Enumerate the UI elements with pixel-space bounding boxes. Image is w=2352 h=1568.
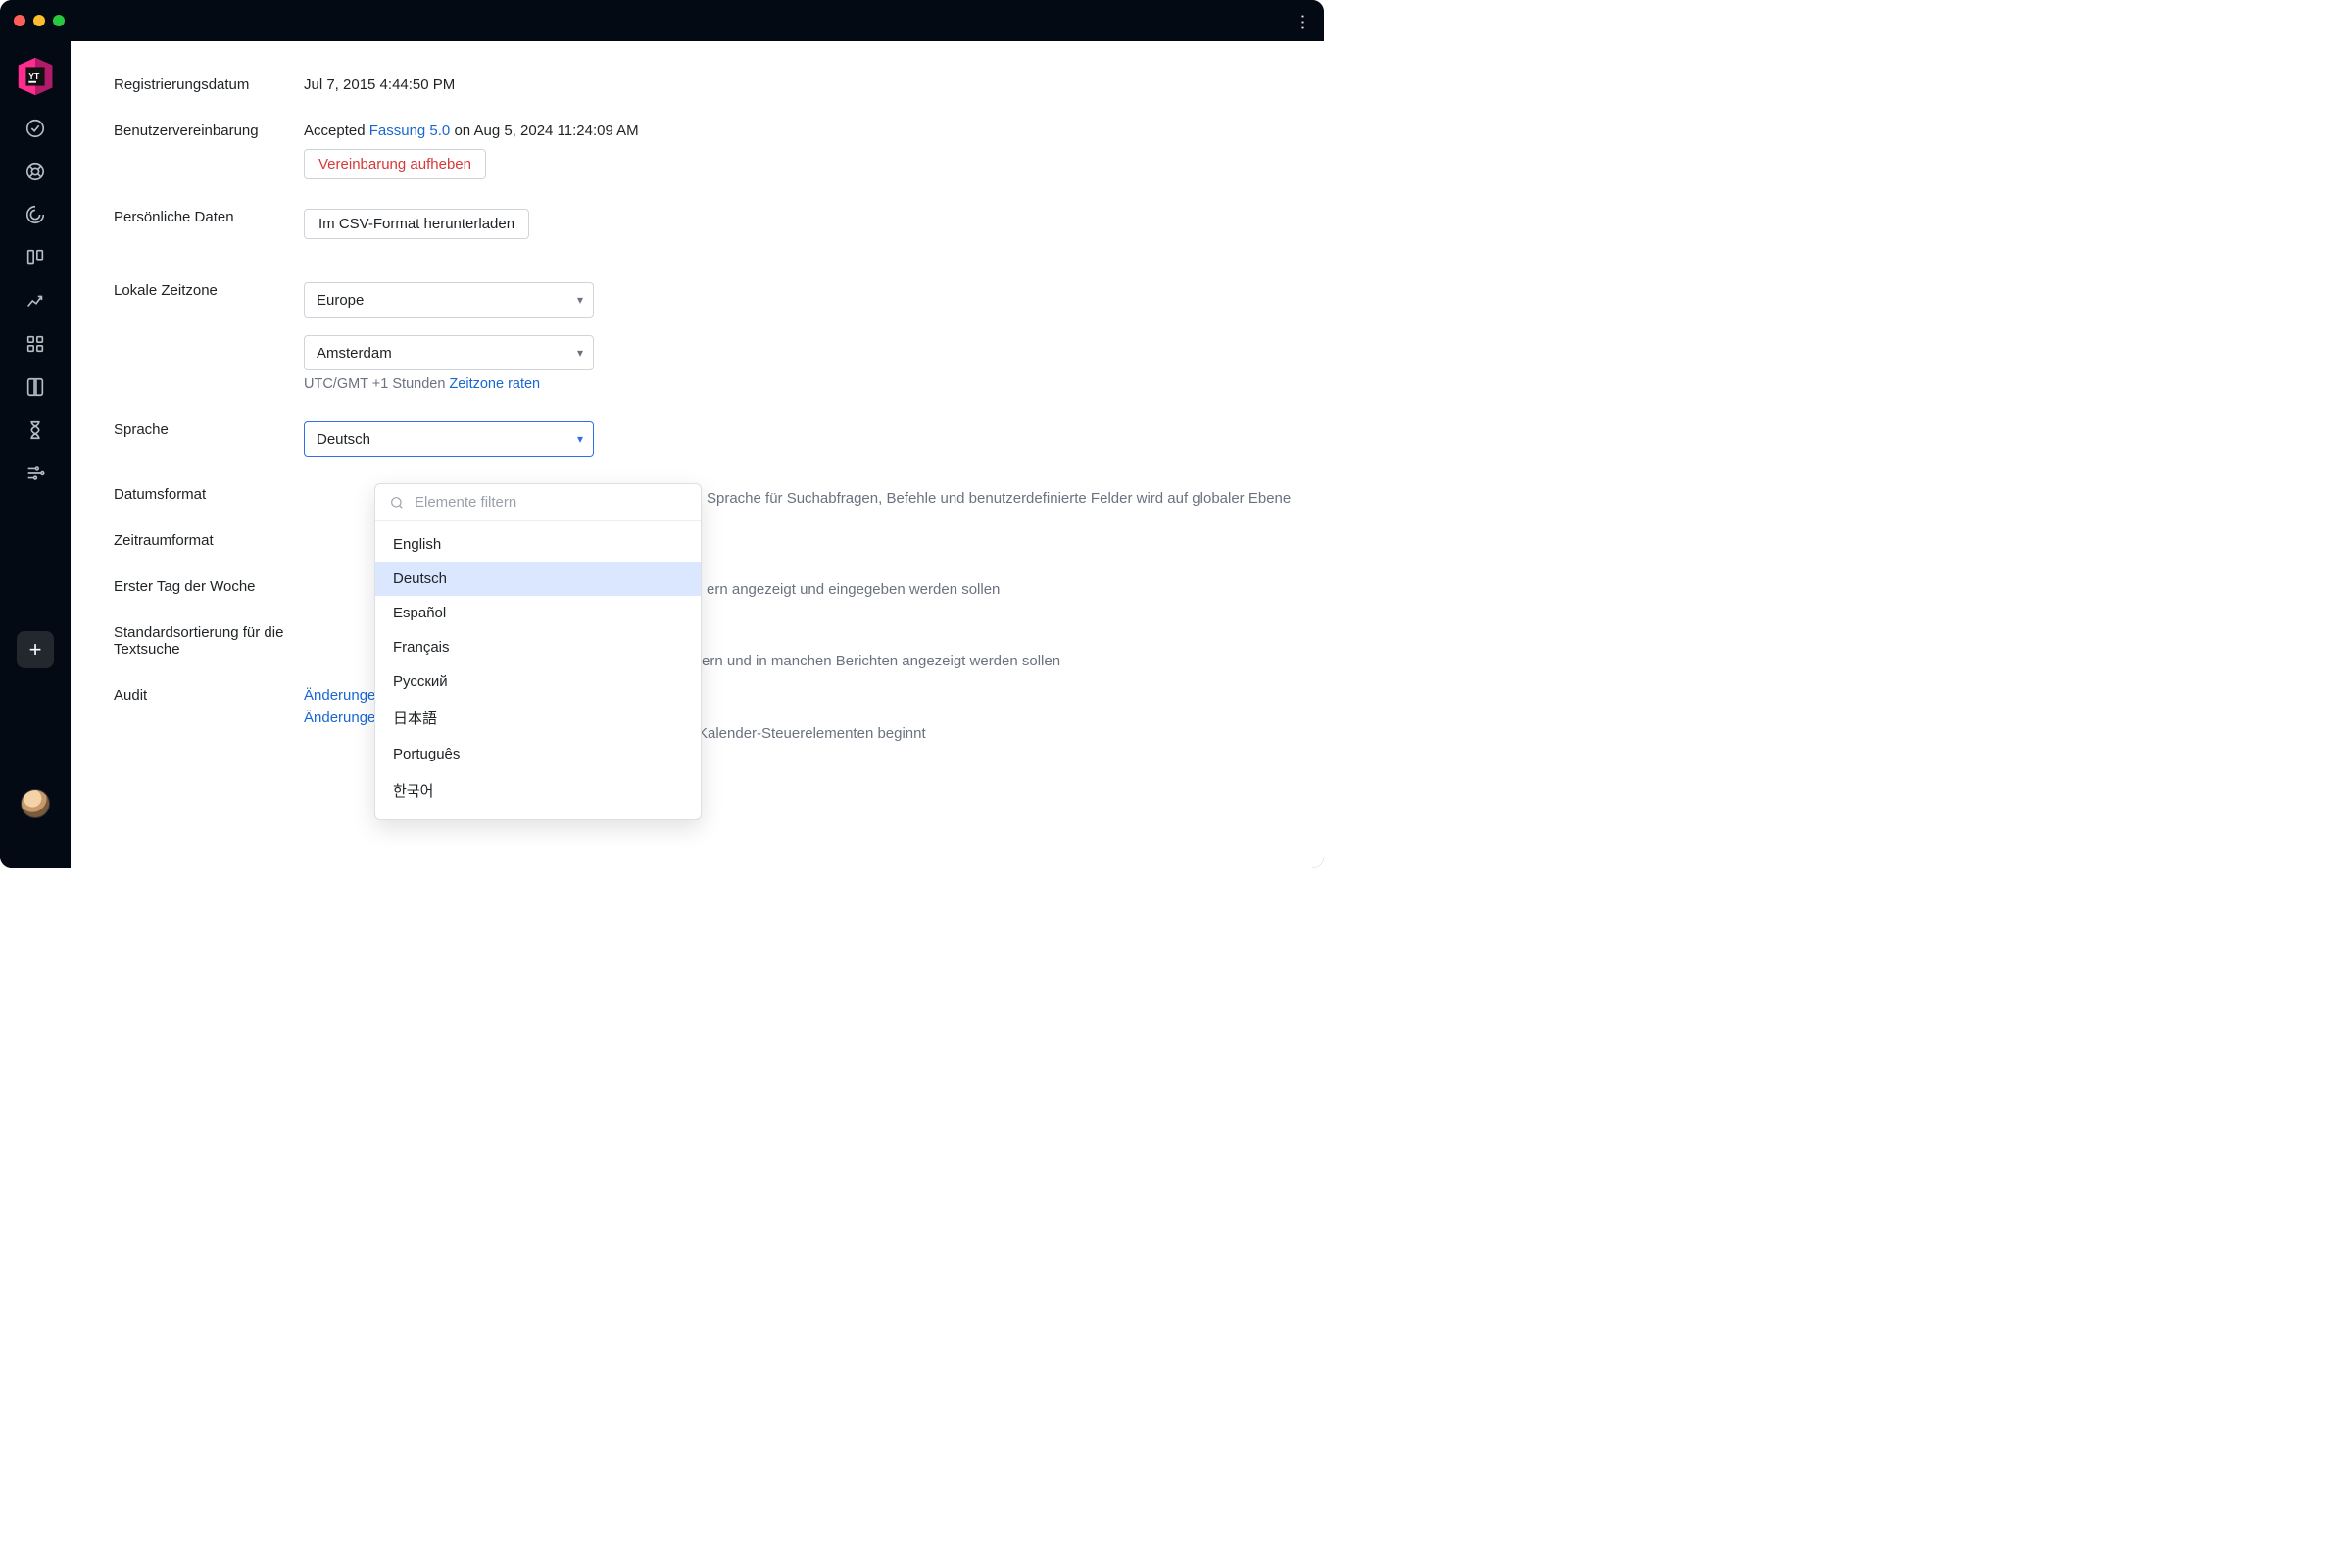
svg-text:YT: YT	[28, 72, 40, 81]
sidebar: YT +	[0, 41, 71, 868]
registration-date-value: Jul 7, 2015 4:44:50 PM	[304, 76, 1281, 93]
language-label: Sprache	[114, 421, 304, 438]
tasks-icon[interactable]	[24, 118, 46, 139]
language-option[interactable]: Português	[375, 737, 701, 771]
close-window-icon[interactable]	[14, 15, 25, 26]
app-logo[interactable]: YT	[12, 53, 59, 100]
titlebar: ⋯	[0, 0, 1324, 41]
main-content: Registrierungsdatum Jul 7, 2015 4:44:50 …	[71, 41, 1324, 868]
language-option[interactable]: English	[375, 527, 701, 562]
agreement-label: Benutzervereinbarung	[114, 122, 304, 139]
date-format-hint: ern angezeigt und eingegeben werden soll…	[707, 578, 1324, 602]
language-hint: Sprache für Suchabfragen, Befehle und be…	[707, 487, 1324, 511]
chevron-down-icon: ▾	[577, 346, 583, 360]
period-format-hint: ern und in manchen Berichten angezeigt w…	[702, 650, 1324, 673]
agreement-suffix: on Aug 5, 2024 11:24:09 AM	[450, 122, 638, 139]
agreement-version-link[interactable]: Fassung 5.0	[369, 122, 451, 139]
timeline-icon[interactable]	[24, 463, 46, 484]
timezone-city-select[interactable]: Amsterdam ▾	[304, 335, 594, 370]
first-day-label: Erster Tag der Woche	[114, 578, 304, 595]
hourglass-icon[interactable]	[24, 419, 46, 441]
timezone-region-value: Europe	[317, 292, 364, 309]
docs-icon[interactable]	[24, 376, 46, 398]
agreement-prefix: Accepted	[304, 122, 369, 139]
activity-icon[interactable]	[24, 204, 46, 225]
timezone-label: Lokale Zeitzone	[114, 282, 304, 299]
download-csv-button[interactable]: Im CSV-Format herunterladen	[304, 209, 529, 239]
first-day-hint: Kalender-Steuerelementen beginnt	[698, 722, 1324, 746]
language-option[interactable]: Español	[375, 596, 701, 630]
minimize-window-icon[interactable]	[33, 15, 45, 26]
date-format-label: Datumsformat	[114, 486, 304, 503]
period-format-label: Zeitraumformat	[114, 532, 304, 549]
registration-date-label: Registrierungsdatum	[114, 76, 304, 93]
more-menu-icon[interactable]: ⋯	[1293, 13, 1313, 28]
language-select[interactable]: Deutsch ▾	[304, 421, 594, 457]
language-value: Deutsch	[317, 431, 370, 448]
window-controls	[14, 15, 65, 26]
language-option[interactable]: Français	[375, 630, 701, 664]
reports-icon[interactable]	[24, 290, 46, 312]
timezone-city-value: Amsterdam	[317, 345, 392, 362]
audit-label: Audit	[114, 687, 304, 704]
personal-data-label: Persönliche Daten	[114, 209, 304, 225]
guess-timezone-link[interactable]: Zeitzone raten	[449, 376, 540, 392]
default-sort-label: Standardsortierung für die Textsuche	[114, 624, 304, 658]
timezone-region-select[interactable]: Europe ▾	[304, 282, 594, 318]
language-option[interactable]: Русский	[375, 664, 701, 699]
language-dropdown: EnglishDeutschEspañolFrançaisРусский日本語P…	[374, 483, 702, 820]
create-button[interactable]: +	[17, 631, 54, 668]
language-option[interactable]: 日本語	[375, 699, 701, 737]
board-icon[interactable]	[24, 247, 46, 269]
language-option[interactable]: 한국어	[375, 771, 701, 809]
user-avatar[interactable]	[21, 789, 50, 818]
dropdown-filter-input[interactable]	[415, 494, 687, 511]
apps-icon[interactable]	[24, 333, 46, 355]
timezone-offset: UTC/GMT +1 Stunden	[304, 376, 449, 392]
maximize-window-icon[interactable]	[53, 15, 65, 26]
revoke-agreement-button[interactable]: Vereinbarung aufheben	[304, 149, 486, 179]
chevron-down-icon: ▾	[577, 293, 583, 307]
chevron-down-icon: ▾	[577, 432, 583, 446]
language-option[interactable]: Deutsch	[375, 562, 701, 596]
lifebuoy-icon[interactable]	[24, 161, 46, 182]
